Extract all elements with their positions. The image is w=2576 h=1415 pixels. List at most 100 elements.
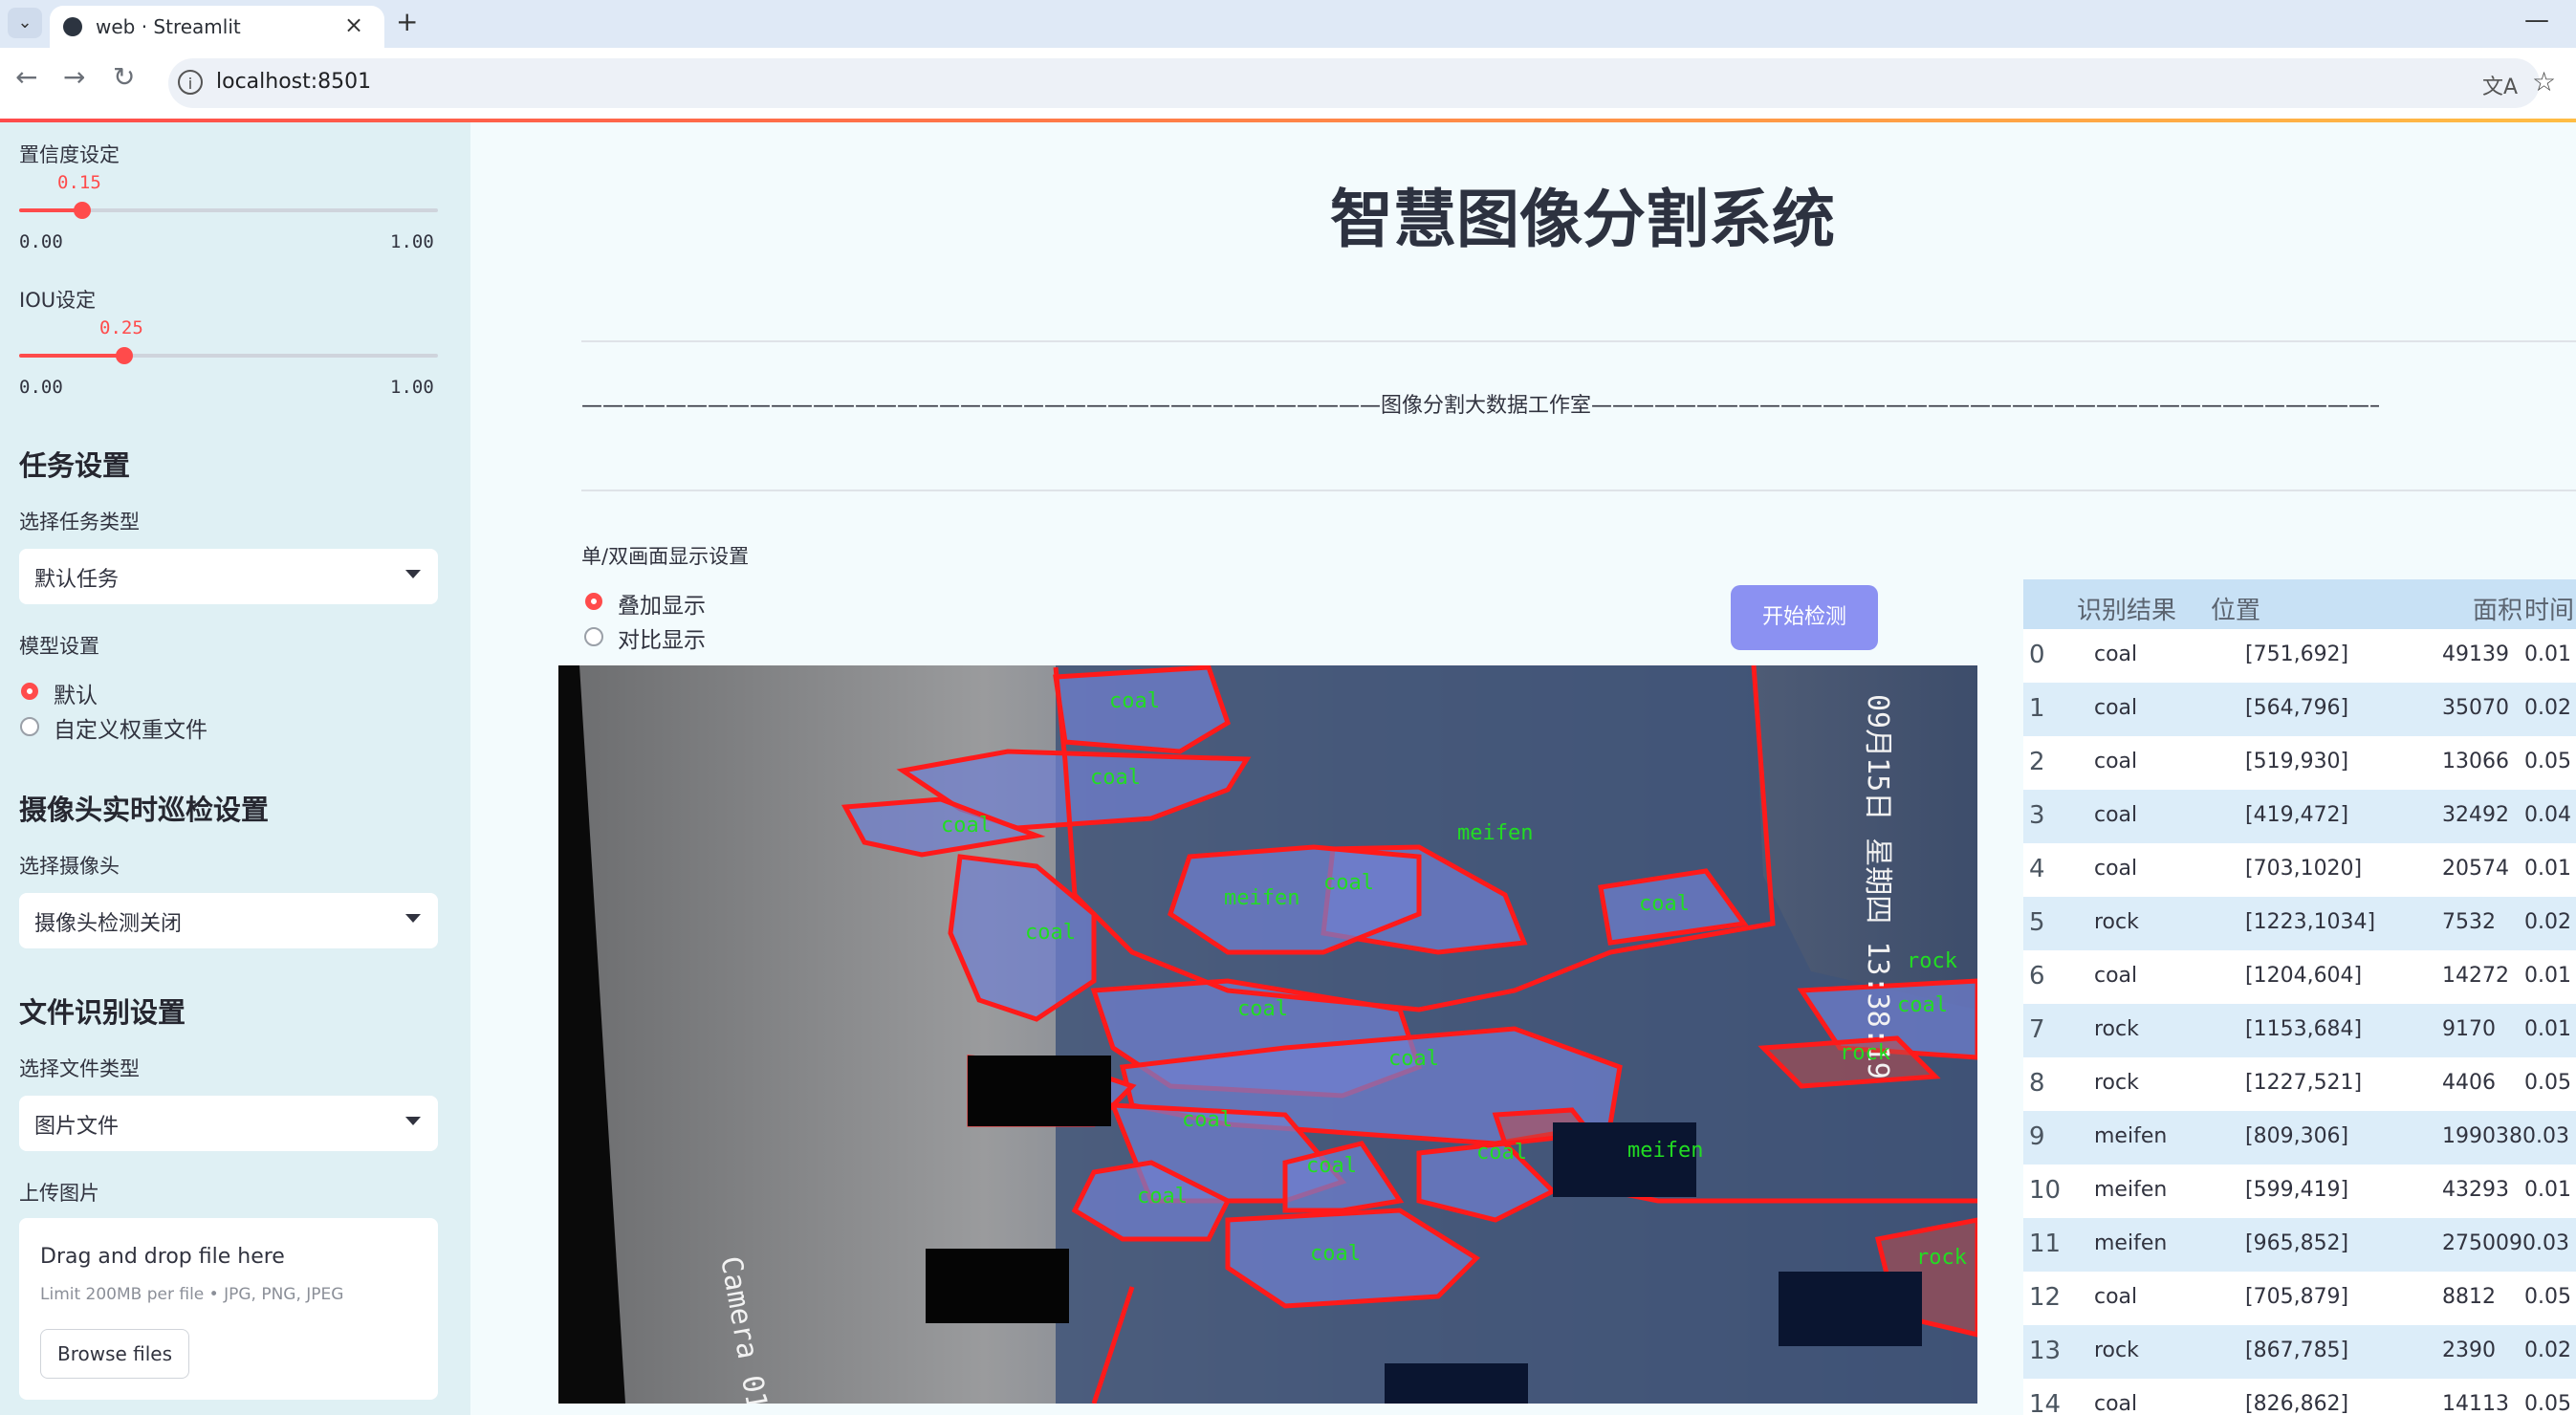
- cell-area: 2390: [2442, 1339, 2496, 1362]
- header-time[interactable]: 时间: [2524, 591, 2574, 626]
- mask-label: coal: [1109, 689, 1160, 713]
- table-row[interactable]: 8 rock [1227,521] 4406 0.05: [2023, 1057, 2576, 1111]
- results-table[interactable]: 识别结果 位置 面积 时间 0 coal [751,692] 49139 0.01 1 co…: [2023, 579, 2576, 1415]
- bookmark-star-icon[interactable]: ☆: [2532, 66, 2556, 98]
- start-detection-button[interactable]: 开始检测: [1731, 585, 1878, 650]
- task-settings-heading: 任务设置: [19, 449, 131, 482]
- iou-slider-thumb[interactable]: [115, 347, 133, 364]
- cell-area: 49139: [2442, 642, 2509, 666]
- task-type-select[interactable]: 默认任务: [19, 549, 438, 604]
- table-row[interactable]: 9 meifen [809,306] 1990380.03: [2023, 1111, 2576, 1165]
- camera-select-label: 选择摄像头: [19, 855, 120, 878]
- confidence-label: 置信度设定: [19, 143, 120, 166]
- cell-time: 0.05: [2524, 1392, 2571, 1415]
- cell-result: coal: [2094, 1392, 2138, 1415]
- table-header: 识别结果 位置 面积 时间: [2023, 579, 2576, 629]
- occlusion-box-4: [1779, 1272, 1922, 1346]
- row-index: 12: [2029, 1283, 2062, 1312]
- cell-result: rock: [2094, 1339, 2139, 1362]
- confidence-slider-thumb[interactable]: [73, 202, 91, 219]
- table-row[interactable]: 11 meifen [965,852] 2750090.03: [2023, 1218, 2576, 1272]
- cell-position: [1223,1034]: [2245, 910, 2376, 934]
- tab-list-chevron-icon[interactable]: ⌄: [8, 8, 42, 38]
- cell-result: rock: [2094, 910, 2139, 934]
- forward-arrow-icon[interactable]: →: [63, 61, 85, 93]
- mask-label: rock: [1840, 1041, 1890, 1065]
- cell-position: [703,1020]: [2245, 857, 2363, 881]
- radio-custom-weights-label[interactable]: 自定义权重文件: [54, 711, 207, 744]
- mask-label: coal: [1897, 993, 1948, 1017]
- task-type-value: 默认任务: [34, 568, 120, 592]
- site-info-icon[interactable]: i: [178, 70, 203, 95]
- cell-area: 9170: [2442, 1017, 2496, 1041]
- mask-label: coal: [941, 814, 992, 838]
- confidence-slider-track[interactable]: [19, 202, 438, 219]
- row-index: 5: [2029, 908, 2045, 937]
- browser-tab-bar: ⌄ web · Streamlit × + —: [0, 0, 2576, 48]
- iou-slider-track[interactable]: [19, 347, 438, 364]
- header-position[interactable]: 位置: [2211, 591, 2260, 626]
- cell-time: 0.02: [2524, 910, 2571, 934]
- back-arrow-icon[interactable]: ←: [15, 61, 37, 93]
- table-row[interactable]: 10 meifen [599,419] 43293 0.01: [2023, 1165, 2576, 1218]
- cell-position: [519,930]: [2245, 750, 2349, 773]
- confidence-max: 1.00: [390, 231, 434, 252]
- header-result[interactable]: 识别结果: [2077, 591, 2176, 626]
- table-row[interactable]: 12 coal [705,879] 8812 0.05: [2023, 1272, 2576, 1325]
- header-area[interactable]: 面积: [2473, 591, 2522, 626]
- cell-time: 0.02: [2524, 696, 2571, 720]
- table-row[interactable]: 5 rock [1223,1034] 7532 0.02: [2023, 897, 2576, 950]
- browse-files-button[interactable]: Browse files: [40, 1329, 189, 1379]
- radio-overlay-label[interactable]: 叠加显示: [618, 587, 706, 620]
- row-index: 0: [2029, 641, 2045, 669]
- radio-custom-weights[interactable]: [20, 717, 39, 736]
- reload-icon[interactable]: ↻: [113, 61, 135, 93]
- table-row[interactable]: 7 rock [1153,684] 9170 0.01: [2023, 1004, 2576, 1057]
- radio-compare-label[interactable]: 对比显示: [618, 621, 706, 654]
- table-row[interactable]: 2 coal [519,930] 13066 0.05: [2023, 736, 2576, 790]
- table-row[interactable]: 4 coal [703,1020] 20574 0.01: [2023, 843, 2576, 897]
- cell-position: [965,852]: [2245, 1231, 2349, 1255]
- camera-select[interactable]: 摄像头检测关闭: [19, 893, 438, 948]
- radio-compare[interactable]: [584, 627, 603, 646]
- radio-default-selected[interactable]: [21, 683, 38, 700]
- table-row[interactable]: 14 coal [826,862] 14113 0.05: [2023, 1379, 2576, 1415]
- iou-slider-fill: [19, 354, 124, 358]
- cell-time: 0.04: [2524, 803, 2571, 827]
- table-row[interactable]: 13 rock [867,785] 2390 0.02: [2023, 1325, 2576, 1379]
- row-index: 6: [2029, 962, 2045, 990]
- row-index: 1: [2029, 694, 2045, 723]
- cell-position: [1227,521]: [2245, 1071, 2363, 1095]
- tab-close-icon[interactable]: ×: [344, 11, 363, 38]
- cell-position: [809,306]: [2245, 1124, 2349, 1148]
- segmentation-canvas: Camera 01 09月15日 星期四 13:38:19 coal coal …: [558, 665, 1977, 1404]
- mask-label: meifen: [1224, 886, 1299, 910]
- cell-area: 20574: [2442, 857, 2509, 881]
- cell-position: [705,879]: [2245, 1285, 2349, 1309]
- divider-bottom: [581, 490, 2576, 491]
- timestamp-overlay: 09月15日 星期四 13:38:19: [1861, 694, 1894, 1079]
- radio-default-label[interactable]: 默认: [54, 677, 98, 709]
- mask-label: coal: [1323, 871, 1374, 895]
- mask-label: meifen: [1627, 1139, 1703, 1163]
- translate-icon[interactable]: 文A: [2482, 70, 2518, 100]
- table-row[interactable]: 1 coal [564,796] 35070 0.02: [2023, 683, 2576, 736]
- row-index: 14: [2029, 1390, 2062, 1415]
- file-uploader-dropzone[interactable]: Drag and drop file here Limit 200MB per …: [19, 1218, 438, 1400]
- cell-time: 0.01: [2524, 1017, 2571, 1041]
- camera-select-value: 摄像头检测关闭: [34, 912, 183, 936]
- browser-tab[interactable]: web · Streamlit ×: [50, 6, 384, 48]
- cell-time: 0.01: [2524, 642, 2571, 666]
- table-row[interactable]: 3 coal [419,472] 32492 0.04: [2023, 790, 2576, 843]
- cell-area: 7532: [2442, 910, 2496, 934]
- window-minimize-icon[interactable]: —: [2524, 6, 2549, 34]
- table-row[interactable]: 6 coal [1204,604] 14272 0.01: [2023, 950, 2576, 1004]
- address-bar[interactable]: i localhost:8501 文A ☆: [168, 58, 2556, 108]
- row-index: 13: [2029, 1337, 2062, 1365]
- radio-overlay-selected[interactable]: [585, 593, 602, 610]
- url-text[interactable]: localhost:8501: [216, 70, 371, 94]
- file-type-select[interactable]: 图片文件: [19, 1096, 438, 1151]
- browser-toolbar: ← → ↻ i localhost:8501 文A ☆: [0, 48, 2576, 120]
- new-tab-plus-icon[interactable]: +: [396, 6, 418, 37]
- table-row[interactable]: 0 coal [751,692] 49139 0.01: [2023, 629, 2576, 683]
